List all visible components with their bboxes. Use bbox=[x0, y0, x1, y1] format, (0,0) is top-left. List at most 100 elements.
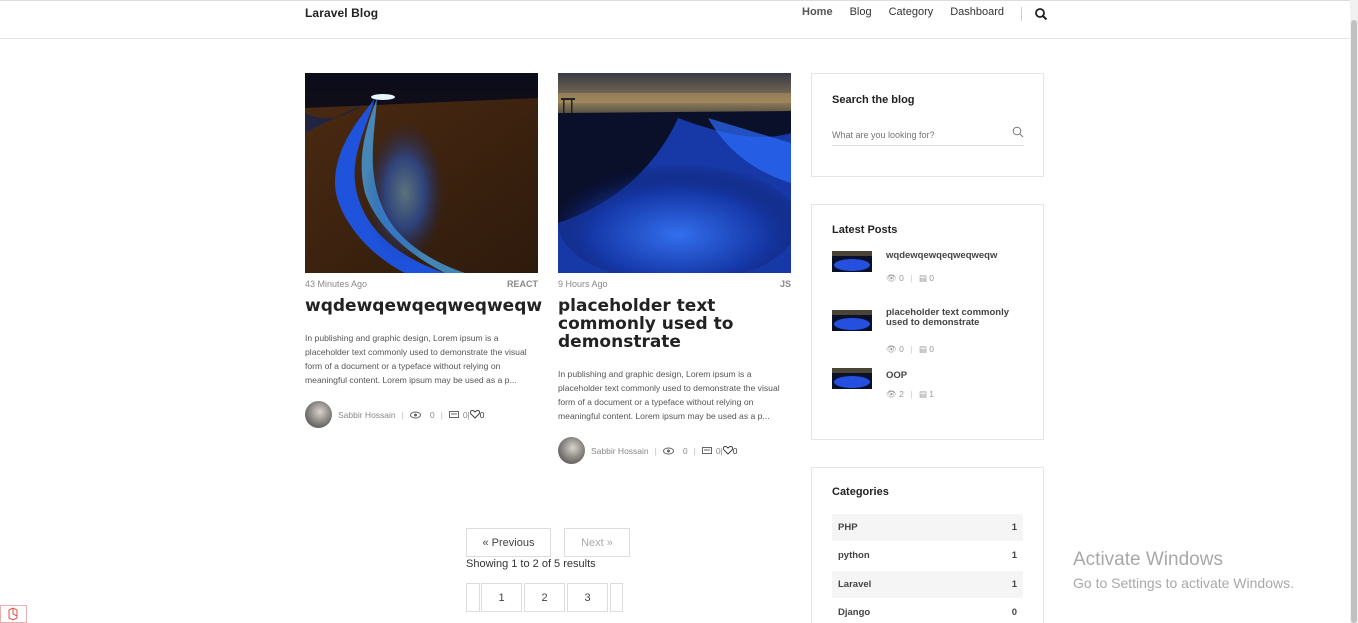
search-input[interactable] bbox=[832, 124, 1024, 146]
nav-dashboard[interactable]: Dashboard bbox=[950, 6, 1004, 18]
post-time: 9 Hours Ago bbox=[558, 279, 608, 289]
post-thumbnail[interactable] bbox=[832, 310, 872, 331]
comment-icon: ▤ bbox=[918, 344, 927, 354]
latest-post-meta: 👁 0 | ▤ 0 bbox=[886, 344, 934, 355]
post-author[interactable]: Sabbir Hossain bbox=[591, 446, 649, 456]
avatar bbox=[305, 401, 332, 428]
like-count: 0 bbox=[479, 409, 485, 420]
brand-logo[interactable]: Laravel Blog bbox=[305, 6, 378, 20]
page-1-button[interactable]: 1 bbox=[481, 583, 522, 612]
post-title[interactable]: wqdewqewqeqweqweqw bbox=[305, 297, 542, 315]
post-thumbnail[interactable] bbox=[832, 251, 872, 272]
category-item[interactable]: Laravel 1 bbox=[832, 571, 1023, 598]
heart-icon[interactable] bbox=[722, 446, 733, 455]
eye-icon: 👁 bbox=[886, 389, 897, 399]
separator: | bbox=[654, 445, 657, 456]
eye-icon: 👁 bbox=[886, 344, 897, 354]
scrollbar-thumb[interactable] bbox=[1351, 20, 1357, 623]
comment-count: 0 bbox=[929, 273, 935, 283]
category-name[interactable]: Laravel bbox=[838, 579, 871, 590]
separator: | bbox=[910, 344, 913, 354]
post-image[interactable] bbox=[558, 73, 791, 273]
view-count: 0 bbox=[682, 445, 688, 456]
separator: | bbox=[401, 409, 404, 420]
category-name[interactable]: python bbox=[838, 550, 870, 561]
widget-title: Search the blog bbox=[832, 94, 915, 106]
latest-post-title[interactable]: OOP bbox=[886, 371, 1026, 381]
nav-blog[interactable]: Blog bbox=[850, 6, 872, 18]
search-icon[interactable] bbox=[1012, 126, 1024, 138]
page-next-arrow[interactable] bbox=[610, 583, 623, 612]
page-prev-arrow[interactable] bbox=[466, 583, 480, 612]
latest-post-item[interactable]: placeholder text commonly used to demons… bbox=[832, 308, 1027, 356]
comment-icon bbox=[701, 446, 712, 454]
category-count: 0 bbox=[1011, 607, 1017, 618]
latest-post-item[interactable]: OOP 👁 2 | ▤ 1 bbox=[832, 368, 1027, 408]
post-thumbnail[interactable] bbox=[832, 368, 872, 389]
page-3-button[interactable]: 3 bbox=[567, 583, 608, 612]
activation-watermark-subtitle: Go to Settings to activate Windows. bbox=[1073, 575, 1294, 591]
widget-title: Categories bbox=[832, 486, 889, 498]
eye-icon bbox=[409, 411, 421, 418]
post-time: 43 Minutes Ago bbox=[305, 279, 368, 289]
categories-widget: Categories PHP 1 python 1 Laravel 1 Djan… bbox=[811, 467, 1044, 623]
post-image[interactable] bbox=[305, 73, 538, 273]
post-card: 43 Minutes Ago REACT wqdewqewqeqweqweqw … bbox=[305, 73, 542, 428]
nav-divider bbox=[1021, 7, 1022, 21]
post-excerpt: In publishing and graphic design, Lorem … bbox=[305, 333, 527, 385]
post-category[interactable]: JS bbox=[780, 279, 791, 289]
view-count: 0 bbox=[899, 344, 904, 354]
separator: | bbox=[440, 409, 443, 420]
post-author[interactable]: Sabbir Hossain bbox=[338, 410, 396, 420]
post-footer: Sabbir Hossain | 0 | 0 | 0 bbox=[558, 437, 791, 464]
view-count: 0 bbox=[899, 273, 904, 283]
comment-count: 1 bbox=[929, 389, 935, 399]
laravel-logo-icon[interactable] bbox=[0, 605, 27, 623]
latest-posts-widget: Latest Posts wqdewqewqeqweqweqw 👁 0 | ▤ … bbox=[811, 204, 1044, 440]
post-meta: 9 Hours Ago JS bbox=[558, 279, 791, 289]
eye-icon bbox=[662, 447, 674, 454]
category-count: 1 bbox=[1011, 522, 1017, 533]
category-item[interactable]: PHP 1 bbox=[832, 514, 1023, 541]
pagination-info: Showing 1 to 2 of 5 results bbox=[466, 558, 596, 570]
post-meta: 43 Minutes Ago REACT bbox=[305, 279, 538, 289]
post-footer: Sabbir Hossain | 0 | 0 | 0 bbox=[305, 401, 538, 428]
category-name[interactable]: PHP bbox=[838, 522, 858, 533]
heart-icon[interactable] bbox=[469, 410, 480, 419]
latest-post-title[interactable]: wqdewqewqeqweqweqw bbox=[886, 251, 1026, 261]
search-icon[interactable] bbox=[1034, 7, 1048, 21]
post-card: 9 Hours Ago JS placeholder text commonly… bbox=[558, 73, 791, 464]
activation-watermark-title: Activate Windows bbox=[1073, 549, 1223, 570]
category-count: 1 bbox=[1011, 550, 1017, 561]
category-count: 1 bbox=[1011, 579, 1017, 590]
search-widget: Search the blog bbox=[811, 73, 1044, 177]
latest-post-meta: 👁 0 | ▤ 0 bbox=[886, 273, 934, 284]
category-item[interactable]: python 1 bbox=[832, 542, 1023, 569]
like-count: 0 bbox=[732, 445, 738, 456]
post-category[interactable]: REACT bbox=[507, 279, 538, 289]
page-2-button[interactable]: 2 bbox=[524, 583, 565, 612]
post-title[interactable]: placeholder text commonly used to demons… bbox=[558, 297, 791, 351]
next-button[interactable]: Next » bbox=[564, 528, 630, 557]
category-item[interactable]: Django 0 bbox=[832, 599, 1023, 623]
eye-icon: 👁 bbox=[886, 273, 897, 283]
widget-title: Latest Posts bbox=[832, 224, 898, 236]
category-name[interactable]: Django bbox=[838, 607, 870, 618]
nav-category[interactable]: Category bbox=[889, 6, 934, 18]
comment-icon: ▤ bbox=[918, 389, 927, 399]
view-count: 0 bbox=[429, 409, 435, 420]
view-count: 2 bbox=[899, 389, 904, 399]
avatar bbox=[558, 437, 585, 464]
nav-home[interactable]: Home bbox=[802, 6, 833, 18]
post-excerpt: In publishing and graphic design, Lorem … bbox=[558, 369, 780, 421]
latest-post-item[interactable]: wqdewqewqeqweqweqw 👁 0 | ▤ 0 bbox=[832, 251, 1027, 291]
comment-icon bbox=[448, 410, 459, 418]
separator: | bbox=[910, 389, 913, 399]
latest-post-meta: 👁 2 | ▤ 1 bbox=[886, 389, 934, 400]
top-navbar: Laravel Blog Home Blog Category Dashboar… bbox=[0, 0, 1350, 39]
separator: | bbox=[910, 273, 913, 283]
comment-icon: ▤ bbox=[918, 273, 927, 283]
latest-post-title[interactable]: placeholder text commonly used to demons… bbox=[886, 308, 1026, 328]
previous-button[interactable]: « Previous bbox=[466, 528, 551, 557]
comment-count: 0 bbox=[929, 344, 935, 354]
